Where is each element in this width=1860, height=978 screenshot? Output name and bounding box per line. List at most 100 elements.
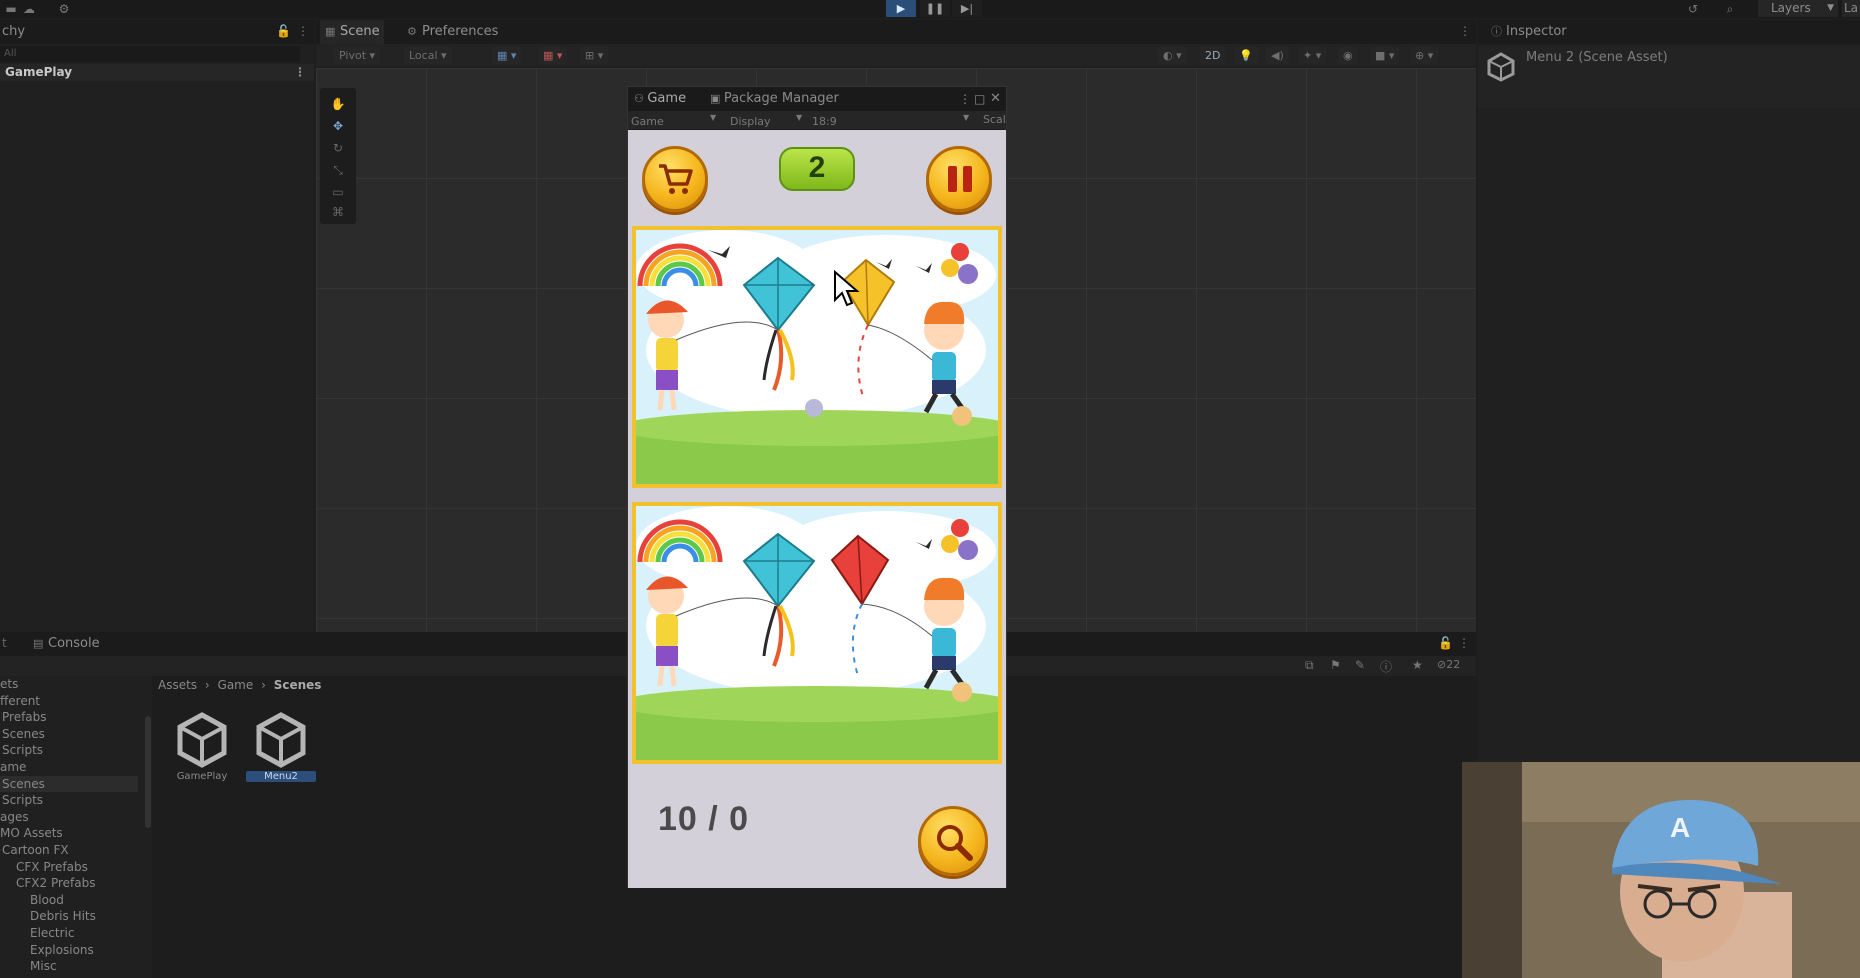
filter-type-icon[interactable]: ⧉	[1305, 658, 1314, 673]
hand-tool-icon[interactable]: ✋	[326, 94, 350, 114]
tree-item[interactable]: Blood	[0, 892, 150, 909]
pause-icon	[948, 166, 972, 192]
shop-button[interactable]	[642, 146, 708, 212]
scene-file-gameplay[interactable]: GamePlay	[167, 712, 237, 782]
rect-tool-icon[interactable]: ▭	[326, 182, 350, 202]
pivot-toggle[interactable]: Pivot ▾	[334, 47, 381, 64]
toggle-2d-button[interactable]: 2D	[1200, 47, 1226, 64]
step-button[interactable]: ▶|	[952, 0, 982, 17]
breadcrumb-item[interactable]: Assets	[158, 678, 197, 692]
tree-item[interactable]: CFX2 Prefabs	[0, 875, 150, 892]
hidden-count[interactable]: ⊘22	[1437, 658, 1460, 671]
tab-inspector[interactable]: ⓘ Inspector	[1486, 20, 1567, 44]
pause-button[interactable]	[926, 146, 992, 212]
bottom-picture[interactable]	[632, 502, 1002, 764]
move-tool-icon[interactable]: ✥	[326, 116, 350, 136]
pause-editor-button[interactable]: ❚❚	[920, 0, 950, 17]
settings-icon[interactable]: ⚙	[55, 1, 73, 17]
transform-tools: ✋ ✥ ↻ ⤡ ▭ ⌘	[320, 88, 356, 224]
more-icon[interactable]: ⋮	[297, 24, 309, 38]
scene-row[interactable]: GamePlay ⋮	[0, 64, 314, 81]
tree-item[interactable]: Explosions	[0, 942, 150, 959]
close-icon[interactable]: ✕	[990, 89, 1001, 109]
info-icon: ⓘ	[1491, 25, 1502, 38]
scene-more-icon[interactable]: ⋮	[1459, 24, 1471, 38]
tree-scrollbar[interactable]	[145, 716, 151, 828]
filter-label-icon[interactable]: ⚑	[1330, 658, 1341, 672]
tag-icon[interactable]: ✎	[1355, 658, 1365, 672]
gizmos-icon[interactable]: ⊕ ▾	[1410, 47, 1439, 64]
tab-console-label: Console	[48, 636, 100, 651]
tree-item-selected[interactable]: Scenes	[0, 775, 138, 793]
scene-tabstrip: ▦ Scene ⚙ Preferences ⋮	[316, 20, 1476, 44]
camera-icon[interactable]: ■ ▾	[1370, 47, 1400, 64]
visibility-icon[interactable]: ◉	[1338, 47, 1358, 64]
top-picture[interactable]	[632, 226, 1002, 488]
breadcrumb-current[interactable]: Scenes	[274, 678, 322, 692]
lock-icon[interactable]: 🔓	[1438, 636, 1453, 650]
play-button[interactable]: ▶	[886, 0, 916, 17]
tree-item[interactable]: Scripts	[0, 792, 150, 809]
align-button[interactable]: ⊞ ▾	[580, 47, 609, 64]
scene-more-icon[interactable]: ⋮	[294, 64, 306, 81]
tab-scene[interactable]: ▦ Scene	[320, 20, 384, 44]
grid-snap-button[interactable]: ▦ ▾	[492, 47, 522, 64]
unity-scene-icon	[177, 712, 227, 768]
account-icon[interactable]: ▬	[2, 1, 20, 17]
tree-item[interactable]: Electric	[0, 925, 150, 942]
scene-file-menu2[interactable]: Menu2	[246, 712, 316, 782]
lock-icon[interactable]: 🔓	[276, 24, 291, 38]
tab-project[interactable]: t	[2, 636, 7, 650]
scale-slider-label[interactable]: Scal	[983, 113, 1006, 126]
tree-item[interactable]: ets	[0, 676, 150, 693]
mouse-cursor-icon	[834, 270, 860, 307]
tree-item[interactable]: CFX Prefabs	[0, 859, 150, 876]
tab-preferences[interactable]: ⚙ Preferences	[402, 20, 498, 44]
info-icon[interactable]: ⓘ	[1380, 658, 1392, 675]
webcam-overlay: A	[1462, 762, 1860, 978]
unity-scene-icon	[1487, 52, 1515, 82]
tab-console[interactable]: ▤ Console	[28, 632, 100, 656]
effects-icon[interactable]: ✦ ▾	[1298, 47, 1327, 64]
file-label: GamePlay	[176, 771, 228, 782]
local-toggle[interactable]: Local ▾	[404, 47, 452, 64]
tree-item[interactable]: Debris Hits	[0, 908, 150, 925]
tree-item[interactable]: ages	[0, 809, 150, 826]
star-icon[interactable]: ★	[1412, 658, 1423, 672]
tree-item[interactable]: Scenes	[0, 726, 150, 743]
tree-item[interactable]: ame	[0, 759, 150, 776]
tree-item[interactable]: Cartoon FX	[0, 842, 150, 859]
more-icon[interactable]: ⋮	[959, 89, 971, 109]
breadcrumb: Assets › Game › Scenes	[158, 678, 321, 692]
layers-dropdown[interactable]: Layers ▼	[1758, 0, 1838, 17]
audio-icon[interactable]: ◀)	[1266, 47, 1289, 64]
breadcrumb-item[interactable]: Game	[218, 678, 254, 692]
scale-tool-icon[interactable]: ⤡	[326, 160, 350, 180]
tree-item[interactable]: Prefabs	[0, 709, 150, 726]
shading-mode-button[interactable]: ◐ ▾	[1158, 47, 1187, 64]
transform-tool-icon[interactable]: ⌘	[326, 202, 350, 222]
cloud-icon[interactable]: ☁	[20, 1, 38, 17]
tab-hierarchy[interactable]: chy	[0, 20, 25, 44]
tab-package-manager[interactable]: ▣ Package Manager	[710, 89, 839, 109]
snap-increment-button[interactable]: ▦ ▾	[538, 47, 568, 64]
more-icon[interactable]: ⋮	[1458, 636, 1470, 650]
rotate-tool-icon[interactable]: ↻	[326, 138, 350, 158]
package-icon: ▣	[710, 92, 724, 105]
hierarchy-search-input[interactable]: All	[0, 46, 300, 62]
layout-dropdown[interactable]: La	[1842, 0, 1860, 17]
tree-item[interactable]: Scripts	[0, 742, 150, 759]
layers-label: Layers	[1771, 1, 1811, 15]
tree-item[interactable]: MO Assets	[0, 825, 150, 842]
inspector-header: Menu 2 (Scene Asset)	[1478, 46, 1860, 108]
inspector-tabstrip: ⓘ Inspector	[1478, 20, 1860, 44]
history-icon[interactable]: ↺	[1684, 1, 1702, 17]
lighting-icon[interactable]: 💡	[1234, 47, 1258, 64]
tree-item[interactable]: fferent	[0, 693, 150, 710]
game-view[interactable]: 2 10 / 0	[628, 130, 1006, 888]
tab-game[interactable]: ⚇ Game	[634, 89, 686, 109]
search-icon[interactable]: ⌕	[1721, 1, 1739, 17]
tree-item[interactable]: Misc	[0, 958, 150, 975]
hint-button[interactable]	[918, 806, 988, 876]
maximize-icon[interactable]: □	[974, 89, 985, 109]
